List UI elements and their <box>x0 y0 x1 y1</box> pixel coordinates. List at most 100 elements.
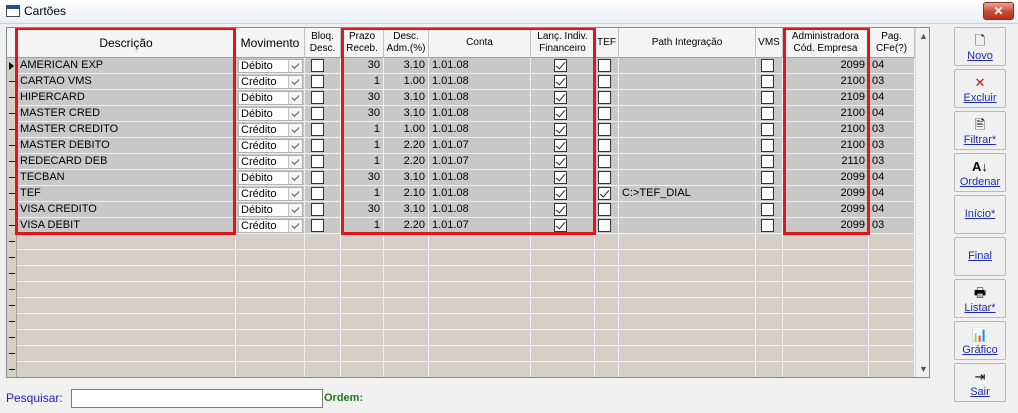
cell-bloq[interactable] <box>305 346 341 362</box>
table-row[interactable]: MASTER CRED Débito 30 3.10 1.01.08 2100 04 <box>7 106 915 122</box>
cell-prazo[interactable] <box>341 298 384 314</box>
cell-bloq[interactable] <box>305 218 341 234</box>
cell-lanc[interactable] <box>531 154 595 170</box>
cell-tef[interactable] <box>595 170 619 186</box>
cell-admin[interactable]: 2099 <box>783 186 869 202</box>
row-indicator[interactable] <box>7 106 17 122</box>
cell-prazo[interactable]: 1 <box>341 138 384 154</box>
cell-admin[interactable] <box>783 298 869 314</box>
cell-path[interactable] <box>619 170 756 186</box>
row-indicator[interactable] <box>7 298 17 314</box>
cell-admin[interactable] <box>783 282 869 298</box>
cell-path[interactable]: C:>TEF_DIAL <box>619 186 756 202</box>
cell-bloq[interactable] <box>305 266 341 282</box>
cell-lanc[interactable] <box>531 298 595 314</box>
vms-checkbox[interactable] <box>761 91 774 104</box>
chevron-down-icon[interactable] <box>288 92 302 104</box>
cell-conta[interactable]: 1.01.07 <box>429 138 531 154</box>
cell-descricao[interactable] <box>17 234 236 250</box>
vms-checkbox[interactable] <box>761 203 774 216</box>
cell-prazo[interactable]: 1 <box>341 74 384 90</box>
cell-descricao[interactable] <box>17 314 236 330</box>
cell-movimento[interactable]: Crédito <box>236 154 305 170</box>
bloq-checkbox[interactable] <box>311 171 324 184</box>
row-indicator[interactable] <box>7 90 17 106</box>
table-row[interactable]: HIPERCARD Débito 30 3.10 1.01.08 2109 04 <box>7 90 915 106</box>
cell-bloq[interactable] <box>305 282 341 298</box>
cell-admin[interactable]: 2100 <box>783 74 869 90</box>
movimento-select[interactable]: Crédito <box>238 187 303 201</box>
cell-tef[interactable] <box>595 346 619 362</box>
cell-prazo[interactable] <box>341 362 384 377</box>
cell-bloq[interactable] <box>305 298 341 314</box>
cell-tef[interactable] <box>595 218 619 234</box>
cell-descricao[interactable]: MASTER DEBITO <box>17 138 236 154</box>
cell-movimento[interactable] <box>236 250 305 266</box>
cell-movimento[interactable]: Débito <box>236 58 305 74</box>
table-row[interactable]: VISA DEBIT Crédito 1 2.20 1.01.07 2099 03 <box>7 218 915 234</box>
cell-movimento[interactable] <box>236 362 305 377</box>
cell-pag[interactable] <box>869 330 915 346</box>
cell-descricao[interactable] <box>17 346 236 362</box>
cell-tef[interactable] <box>595 106 619 122</box>
cell-tef[interactable] <box>595 282 619 298</box>
cell-admin[interactable] <box>783 266 869 282</box>
movimento-select[interactable]: Crédito <box>238 75 303 89</box>
cell-path[interactable] <box>619 122 756 138</box>
cell-descricao[interactable] <box>17 362 236 377</box>
cell-descricao[interactable] <box>17 282 236 298</box>
cell-pag[interactable] <box>869 314 915 330</box>
cell-vms[interactable] <box>756 106 783 122</box>
cell-vms[interactable] <box>756 346 783 362</box>
cell-tef[interactable] <box>595 186 619 202</box>
sidebar-button-ordenar[interactable]: A↓ Ordenar <box>954 153 1006 192</box>
cell-path[interactable] <box>619 58 756 74</box>
cell-tef[interactable] <box>595 298 619 314</box>
cell-path[interactable] <box>619 74 756 90</box>
row-indicator[interactable] <box>7 266 17 282</box>
lanc-checkbox[interactable] <box>554 107 567 120</box>
bloq-checkbox[interactable] <box>311 123 324 136</box>
lanc-checkbox[interactable] <box>554 187 567 200</box>
cell-movimento[interactable]: Débito <box>236 170 305 186</box>
cell-bloq[interactable] <box>305 106 341 122</box>
tef-checkbox[interactable] <box>598 171 611 184</box>
row-indicator[interactable] <box>7 202 17 218</box>
cell-desc[interactable] <box>384 266 429 282</box>
cell-admin[interactable] <box>783 234 869 250</box>
cell-conta[interactable]: 1.01.08 <box>429 106 531 122</box>
sidebar-button-listar[interactable]: 🖶 Listar* <box>954 279 1006 318</box>
chevron-down-icon[interactable] <box>288 76 302 88</box>
cell-prazo[interactable]: 30 <box>341 90 384 106</box>
cards-grid[interactable]: Descrição Movimento Bloq. Desc. Prazo Receb. D… <box>6 27 930 378</box>
cell-vms[interactable] <box>756 58 783 74</box>
table-row[interactable]: AMERICAN EXP Débito 30 3.10 1.01.08 2099 04 <box>7 58 915 74</box>
chevron-down-icon[interactable] <box>288 220 302 232</box>
scroll-up-icon[interactable]: ▲ <box>918 30 929 42</box>
cell-descricao[interactable] <box>17 298 236 314</box>
movimento-select[interactable]: Crédito <box>238 139 303 153</box>
tef-checkbox[interactable] <box>598 91 611 104</box>
cell-pag[interactable]: 04 <box>869 90 915 106</box>
cell-pag[interactable] <box>869 266 915 282</box>
bloq-checkbox[interactable] <box>311 91 324 104</box>
cell-admin[interactable] <box>783 314 869 330</box>
lanc-checkbox[interactable] <box>554 123 567 136</box>
cell-lanc[interactable] <box>531 74 595 90</box>
cell-movimento[interactable]: Débito <box>236 90 305 106</box>
cell-movimento[interactable] <box>236 298 305 314</box>
sidebar-button-novo[interactable]: 🗋 Novo <box>954 27 1006 66</box>
cell-path[interactable] <box>619 330 756 346</box>
cell-tef[interactable] <box>595 266 619 282</box>
cell-admin[interactable] <box>783 346 869 362</box>
cell-conta[interactable]: 1.01.08 <box>429 202 531 218</box>
scroll-down-icon[interactable]: ▼ <box>918 363 929 375</box>
movimento-select[interactable]: Débito <box>238 91 303 105</box>
chevron-down-icon[interactable] <box>288 172 302 184</box>
lanc-checkbox[interactable] <box>554 171 567 184</box>
cell-vms[interactable] <box>756 298 783 314</box>
cell-vms[interactable] <box>756 282 783 298</box>
cell-admin[interactable]: 2100 <box>783 106 869 122</box>
cell-pag[interactable]: 04 <box>869 58 915 74</box>
cell-tef[interactable] <box>595 250 619 266</box>
